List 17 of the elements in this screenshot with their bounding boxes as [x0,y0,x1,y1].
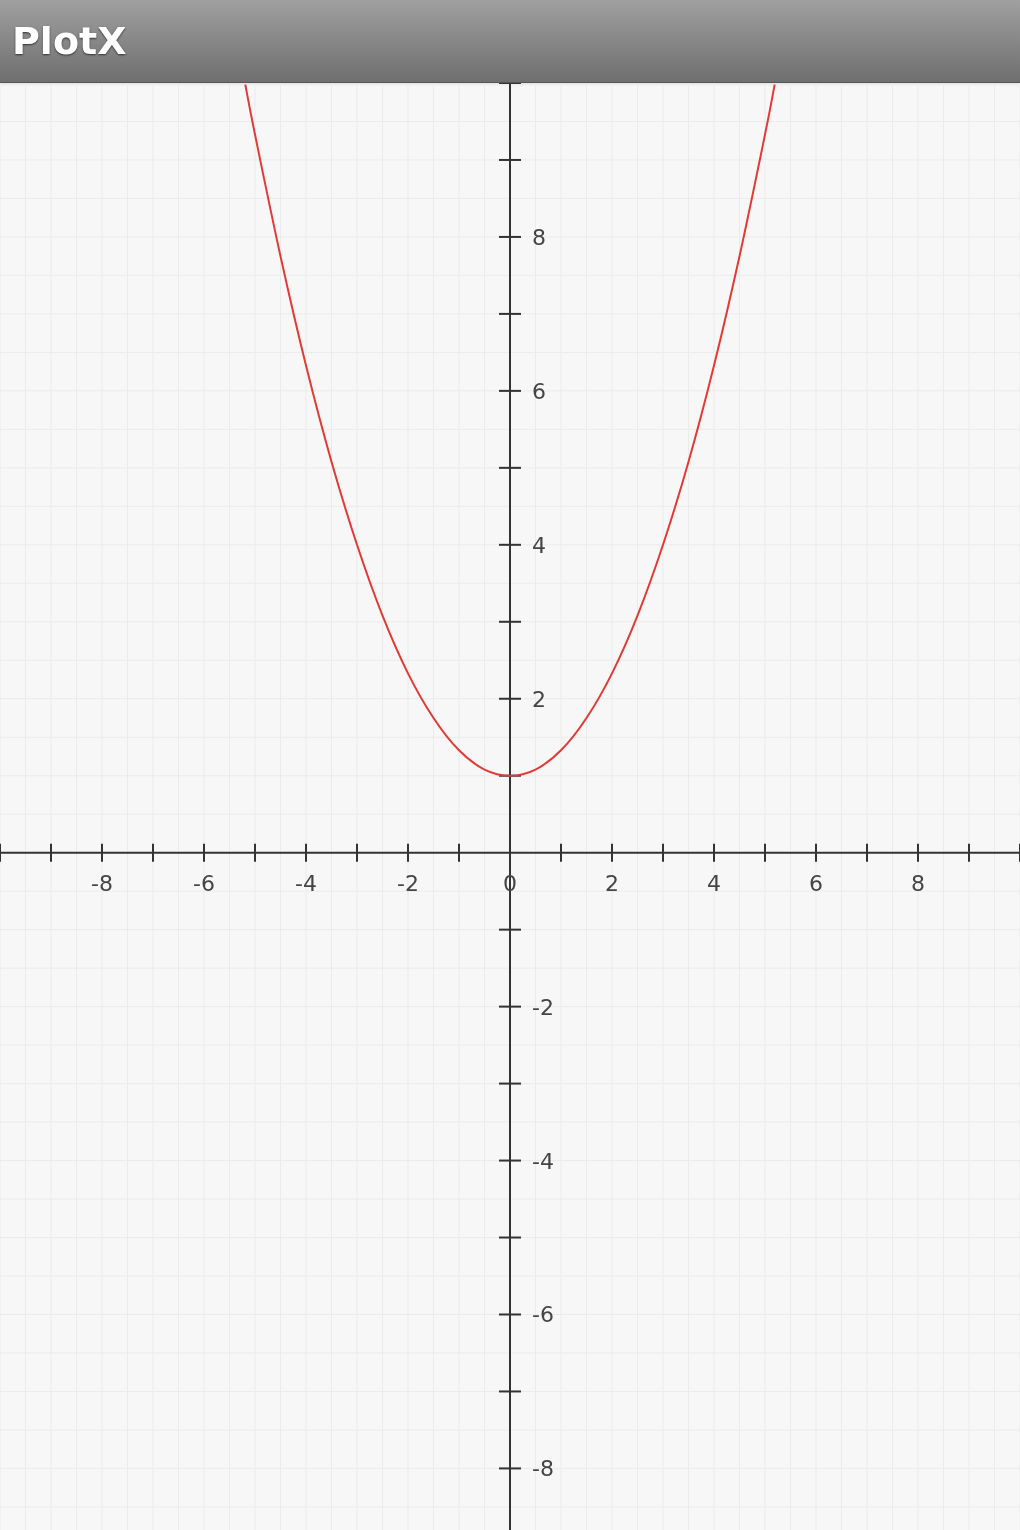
y-tick-label: -2 [532,994,554,1020]
y-tick-label: 4 [532,532,546,558]
x-tick-label: -4 [295,870,317,896]
x-tick-label: 8 [911,870,925,896]
y-tick-label: -4 [532,1148,554,1174]
x-tick-label: -8 [91,870,113,896]
x-tick-label: 2 [605,870,619,896]
x-tick-label: -2 [397,870,419,896]
y-tick-label: 8 [532,224,546,250]
y-tick-label: 2 [532,686,546,712]
y-tick-label: -8 [532,1456,554,1482]
y-tick-label: -6 [532,1302,554,1328]
app-title: PlotX [12,22,127,60]
x-tick-label: -6 [193,870,215,896]
x-tick-label: 6 [809,870,823,896]
x-tick-label: 4 [707,870,721,896]
y-tick-label: 6 [532,378,546,404]
